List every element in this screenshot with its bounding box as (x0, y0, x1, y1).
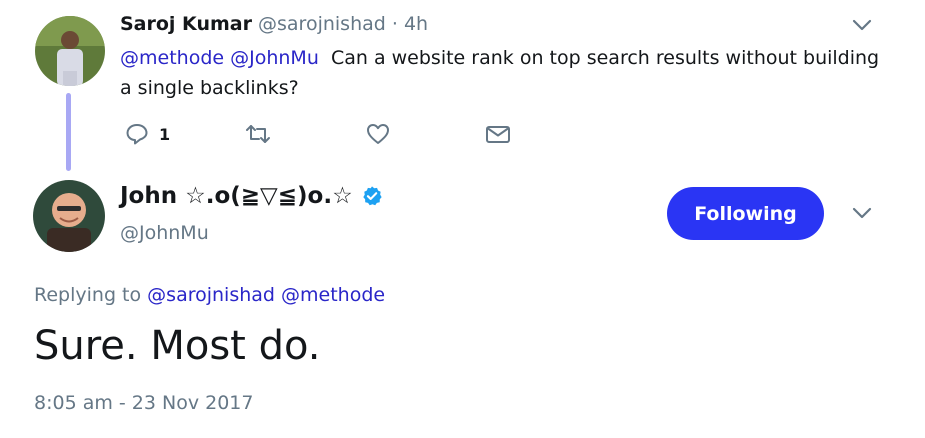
like-button[interactable] (366, 122, 390, 146)
author-handle[interactable]: @JohnMu (120, 219, 209, 247)
mention-link[interactable]: @JohnMu (230, 47, 319, 69)
mention-link[interactable]: @methode (120, 47, 224, 69)
thread-connector-line (66, 93, 71, 171)
tweet-body: Sure. Most do. (34, 323, 321, 369)
verified-badge-icon (362, 186, 382, 206)
following-button[interactable]: Following (667, 187, 824, 240)
author-name-row: John ☆.o(≧▽≦)o.☆ (120, 180, 383, 212)
reply-count: 1 (159, 124, 171, 144)
tweet-text: @methode @JohnMu Can a website rank on t… (120, 43, 880, 103)
retweet-icon (246, 125, 270, 143)
chevron-down-icon (852, 207, 872, 219)
tweet-menu-caret[interactable] (851, 14, 873, 40)
chevron-down-icon (852, 19, 872, 31)
mention-link[interactable]: @sarojnishad (147, 284, 275, 306)
avatar[interactable] (33, 180, 105, 252)
reply-icon (126, 124, 148, 145)
direct-message-icon (486, 126, 510, 143)
tweet-time[interactable]: 4h (404, 13, 428, 35)
reply-button[interactable]: 1 (125, 122, 170, 146)
author-name[interactable]: Saroj Kumar (120, 13, 252, 35)
tweet-timestamp[interactable]: 8:05 am - 23 Nov 2017 (34, 389, 253, 417)
mention-link[interactable]: @methode (281, 284, 385, 306)
avatar[interactable] (35, 16, 105, 86)
author-name[interactable]: John ☆.o(≧▽≦)o.☆ (120, 180, 353, 212)
like-icon (367, 124, 389, 144)
retweet-button[interactable] (245, 122, 271, 146)
direct-message-button[interactable] (485, 122, 511, 146)
author-handle[interactable]: @sarojnishad (258, 13, 386, 35)
replying-to: Replying to @sarojnishad @methode (34, 281, 385, 309)
replying-prefix: Replying to (34, 284, 142, 306)
separator-dot: · (391, 13, 398, 35)
tweet-header: Saroj Kumar @sarojnishad · 4h (120, 10, 428, 38)
tweet-menu-caret[interactable] (851, 202, 873, 228)
